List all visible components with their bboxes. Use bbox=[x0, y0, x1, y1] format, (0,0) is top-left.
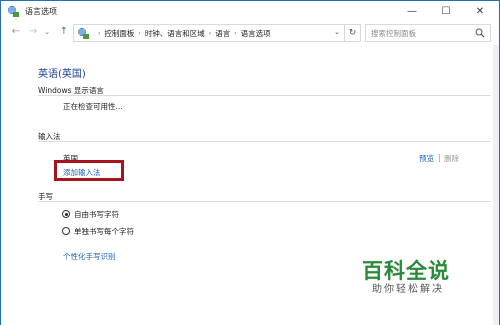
minimize-button[interactable]: — bbox=[395, 1, 429, 22]
breadcrumb-separator: › bbox=[98, 30, 101, 37]
link-divider: | bbox=[438, 153, 441, 162]
breadcrumb-language[interactable]: 语言 bbox=[215, 28, 230, 39]
control-panel-icon bbox=[78, 28, 89, 39]
section-divider bbox=[38, 201, 491, 202]
breadcrumb-clock-language-region[interactable]: 时钟、语言和区域 bbox=[145, 28, 205, 39]
search-input[interactable]: 搜索控制面板 bbox=[365, 24, 491, 42]
scrollbar[interactable] bbox=[493, 45, 499, 325]
refresh-button[interactable]: ↻ bbox=[345, 24, 361, 42]
window-title: 语言选项 bbox=[25, 7, 57, 16]
maximize-button[interactable]: ☐ bbox=[429, 1, 463, 22]
add-input-method-link[interactable]: 添加输入法 bbox=[63, 167, 101, 178]
recent-locations-button[interactable]: ⌄ bbox=[42, 25, 52, 39]
address-dropdown-icon[interactable]: ⌄ bbox=[334, 28, 340, 36]
radio-single-character[interactable] bbox=[62, 227, 70, 235]
address-bar[interactable]: › 控制面板 › 时钟、语言和区域 › 语言 › 语言选项 ⌄ bbox=[73, 24, 345, 42]
search-icon bbox=[475, 28, 485, 38]
search-placeholder: 搜索控制面板 bbox=[371, 29, 416, 38]
back-button[interactable]: ← bbox=[9, 25, 23, 39]
navigation-bar: ← → ⌄ ↑ › 控制面板 › 时钟、语言和区域 › 语言 › 语言选项 ⌄ … bbox=[1, 23, 499, 43]
language-options-icon bbox=[8, 6, 19, 17]
radio-label-freeform[interactable]: 自由书写字符 bbox=[74, 209, 119, 220]
personalize-handwriting-link[interactable]: 个性化手写识别 bbox=[63, 251, 116, 262]
radio-label-single-character[interactable]: 单独书写每个字符 bbox=[74, 226, 134, 237]
remove-link[interactable]: 删除 bbox=[444, 153, 459, 164]
breadcrumb-separator: › bbox=[234, 30, 237, 37]
display-language-status: 正在检查可用性... bbox=[63, 102, 123, 111]
watermark-slogan: 助你轻松解决 bbox=[372, 284, 444, 295]
title-bar: 语言选项 — ☐ ✕ bbox=[1, 1, 499, 22]
section-divider bbox=[38, 141, 491, 142]
up-button[interactable]: ↑ bbox=[57, 25, 71, 39]
breadcrumb-separator: › bbox=[138, 30, 141, 37]
section-divider bbox=[38, 95, 491, 96]
breadcrumb-language-options[interactable]: 语言选项 bbox=[241, 28, 271, 39]
breadcrumb: › 控制面板 › 时钟、语言和区域 › 语言 › 语言选项 bbox=[94, 28, 271, 39]
radio-freeform-writing[interactable] bbox=[62, 210, 70, 218]
breadcrumb-control-panel[interactable]: 控制面板 bbox=[104, 28, 134, 39]
close-button[interactable]: ✕ bbox=[463, 1, 497, 22]
preview-link[interactable]: 预览 bbox=[419, 153, 434, 164]
breadcrumb-separator: › bbox=[208, 30, 212, 37]
forward-button[interactable]: → bbox=[26, 25, 40, 39]
page-title: 英语(英国) bbox=[38, 69, 86, 80]
